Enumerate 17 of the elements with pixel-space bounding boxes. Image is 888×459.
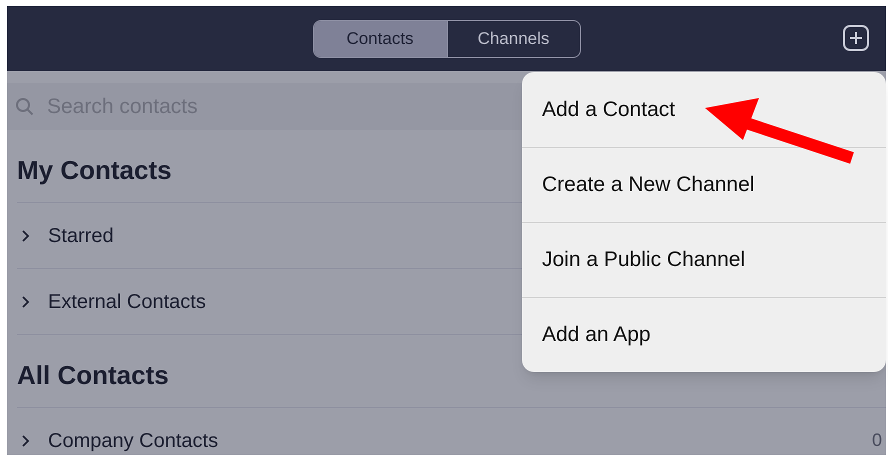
chevron-icon <box>21 434 31 446</box>
search-icon <box>15 96 35 116</box>
group-label: Company Contacts <box>48 428 220 454</box>
chevron-icon <box>21 230 31 242</box>
menu-item[interactable]: Add an App <box>522 297 886 372</box>
section-heading: My Contacts <box>17 154 172 187</box>
tab[interactable]: Contacts <box>314 20 446 56</box>
group-label: External Contacts <box>48 290 207 314</box>
group-label: Starred <box>48 224 115 248</box>
menu-item[interactable]: Create a New Channel <box>522 147 886 222</box>
add-icon[interactable] <box>842 24 870 52</box>
group-count: 0 <box>872 429 882 452</box>
tab[interactable]: Channels <box>446 20 580 56</box>
group-row[interactable]: Company Contacts 0 <box>17 408 886 459</box>
menu-item[interactable]: Join a Public Channel <box>522 222 886 297</box>
chevron-icon <box>21 296 31 308</box>
section-heading: All Contacts <box>17 359 169 392</box>
